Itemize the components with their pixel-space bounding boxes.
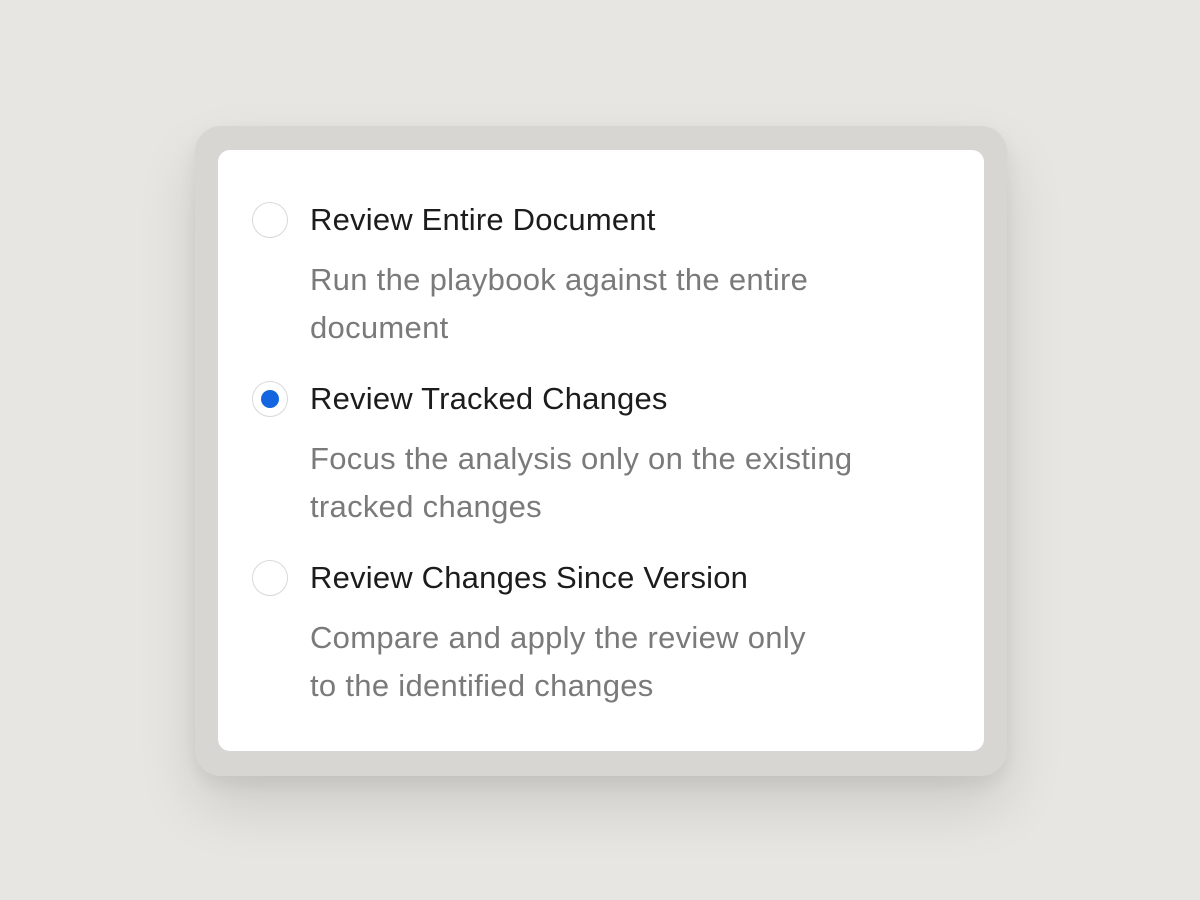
review-scope-card: Review Entire Document Run the playbook … [218, 150, 984, 751]
radio-selected-dot-icon [261, 390, 279, 408]
option-title: Review Changes Since Version [310, 560, 749, 595]
option-title: Review Tracked Changes [310, 381, 668, 416]
option-description: Focus the analysis only on the existing … [310, 435, 950, 531]
option-description-line: document [310, 310, 449, 345]
option-description: Compare and apply the review only to the… [310, 614, 950, 710]
radio-button-unselected[interactable] [252, 560, 288, 596]
option-description: Run the playbook against the entire docu… [310, 256, 950, 352]
radio-button-selected[interactable] [252, 381, 288, 417]
option-description-line: Compare and apply the review only [310, 620, 806, 655]
option-description-line: tracked changes [310, 489, 542, 524]
option-description-line: to the identified changes [310, 668, 654, 703]
option-title: Review Entire Document [310, 202, 656, 237]
option-description-line: Focus the analysis only on the existing [310, 441, 853, 476]
option-description-line: Run the playbook against the entire [310, 262, 809, 297]
radio-button-unselected[interactable] [252, 202, 288, 238]
